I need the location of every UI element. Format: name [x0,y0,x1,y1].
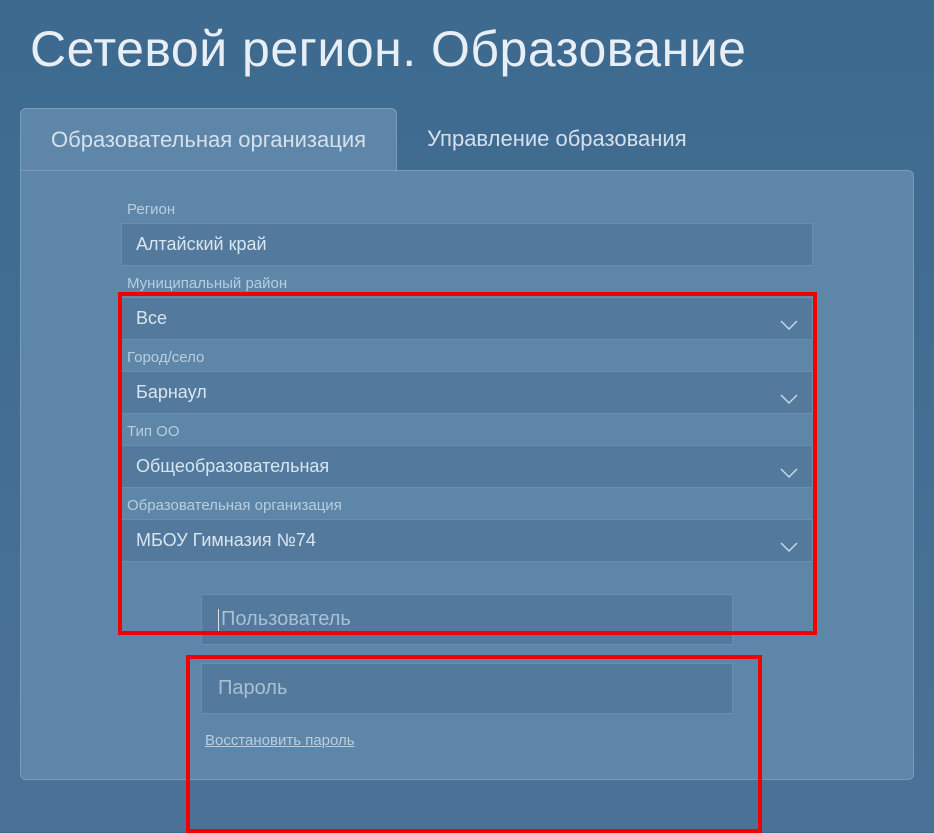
org-label: Образовательная организация [121,492,813,519]
tabs-bar: Образовательная организация Управление о… [0,108,934,171]
district-value: Все [136,308,167,329]
city-label: Город/село [121,344,813,371]
password-input[interactable]: Пароль [201,663,733,714]
city-value: Барнаул [136,382,207,403]
district-select[interactable]: Все [121,297,813,340]
chevron-down-icon [780,536,798,546]
district-label: Муниципальный район [121,270,813,297]
tab-education-management[interactable]: Управление образования [397,108,717,171]
region-readonly: Алтайский край [121,223,813,266]
text-cursor [218,609,219,631]
username-input[interactable]: Пользователь [201,594,733,645]
page-title: Сетевой регион. Образование [0,0,934,108]
type-label: Тип ОО [121,418,813,445]
org-value: МБОУ Гимназия №74 [136,530,316,551]
restore-password-link[interactable]: Восстановить пароль [201,732,733,749]
type-select[interactable]: Общеобразовательная [121,445,813,488]
type-value: Общеобразовательная [136,456,329,477]
login-form-panel: Регион Алтайский край Муниципальный райо… [20,170,914,780]
username-placeholder: Пользователь [221,608,351,631]
org-select[interactable]: МБОУ Гимназия №74 [121,519,813,562]
tab-educational-org[interactable]: Образовательная организация [20,108,397,171]
chevron-down-icon [780,462,798,472]
region-value: Алтайский край [136,234,267,255]
chevron-down-icon [780,388,798,398]
password-placeholder: Пароль [218,677,287,700]
city-select[interactable]: Барнаул [121,371,813,414]
region-label: Регион [121,196,813,223]
chevron-down-icon [780,314,798,324]
